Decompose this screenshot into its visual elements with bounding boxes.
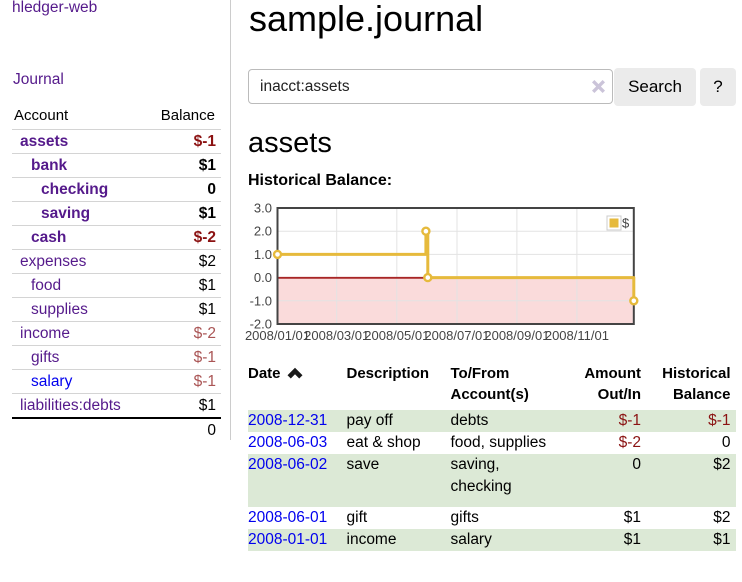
svg-text:3.0: 3.0 [254, 201, 272, 216]
svg-text:2008/09/01: 2008/09/01 [484, 328, 549, 343]
svg-text:0.0: 0.0 [254, 270, 272, 285]
svg-text:2008/03/01: 2008/03/01 [304, 328, 369, 343]
svg-text:2008/01/01: 2008/01/01 [245, 328, 310, 343]
svg-text:1.0: 1.0 [254, 247, 272, 262]
svg-text:$: $ [622, 216, 630, 231]
svg-text:2008/11/01: 2008/11/01 [545, 328, 609, 343]
svg-text:-1.0: -1.0 [250, 293, 272, 308]
svg-text:2.0: 2.0 [254, 224, 272, 239]
svg-text:2008/07/01: 2008/07/01 [424, 328, 489, 343]
svg-text:2008/05/01: 2008/05/01 [364, 328, 429, 343]
